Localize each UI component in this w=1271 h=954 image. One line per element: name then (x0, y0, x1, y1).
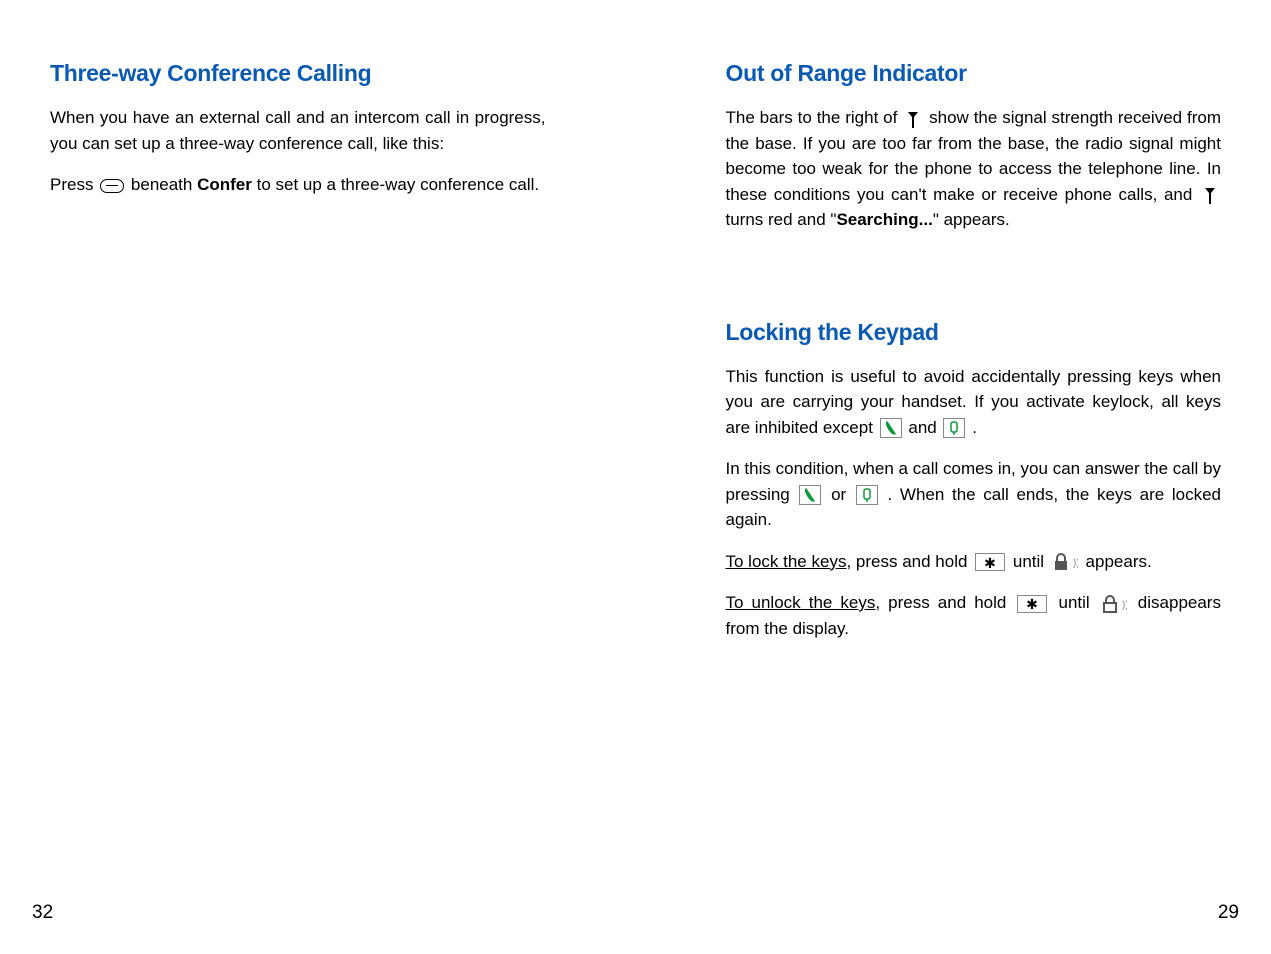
call-key-icon (880, 418, 902, 438)
range-text-c: turns red and " (726, 210, 837, 229)
range-text: The bars to the right of show the signal… (726, 105, 1222, 233)
star-key-icon: ✱ (975, 553, 1005, 571)
kp4-b: until (1058, 593, 1097, 612)
left-page: Three-way Conference Calling When you ha… (0, 0, 636, 954)
heading-range: Out of Range Indicator (726, 60, 1222, 87)
antenna-icon (1203, 186, 1217, 204)
page-number-right: 29 (1218, 902, 1239, 924)
conference-step: Press beneath Confer to set up a three-w… (50, 172, 546, 198)
svg-text:✱: ✱ (984, 556, 996, 570)
keypad-p4: To unlock the keys, press and hold ✱ unt… (726, 590, 1222, 641)
svg-text:✱: ✱ (1027, 597, 1039, 611)
speaker-key-icon (856, 485, 878, 505)
call-key-icon (799, 485, 821, 505)
text-press: Press (50, 175, 98, 194)
star-key-icon: ✱ (1017, 595, 1047, 613)
svg-text:)): )) (1122, 600, 1127, 611)
range-text-d: " appears. (933, 210, 1010, 229)
kp3-a: , press and hold (846, 552, 972, 571)
right-page: Out of Range Indicator The bars to the r… (636, 0, 1271, 954)
svg-text:)): )) (1073, 558, 1078, 569)
keypad-p2: In this condition, when a call comes in,… (726, 456, 1222, 533)
kp3-b: until (1013, 552, 1049, 571)
text-setup: to set up a three-way conference call. (252, 175, 539, 194)
confer-label: Confer (197, 175, 252, 194)
kp3-c: appears. (1086, 552, 1152, 571)
kp1-b: . (972, 418, 977, 437)
searching-label: Searching... (836, 210, 932, 229)
kp4-a: , press and hold (875, 593, 1014, 612)
document-spread: Three-way Conference Calling When you ha… (0, 0, 1271, 954)
page-number-left: 32 (32, 902, 53, 924)
kp1-and: and (908, 418, 941, 437)
heading-conference: Three-way Conference Calling (50, 60, 546, 87)
keypad-p3: To lock the keys, press and hold ✱ until… (726, 549, 1222, 575)
lock-closed-icon: )) (1052, 552, 1078, 572)
keypad-p1: This function is useful to avoid acciden… (726, 364, 1222, 441)
antenna-icon (906, 110, 920, 128)
kp2-or: or (831, 485, 854, 504)
unlock-label: To unlock the keys (726, 593, 876, 612)
section-gap (726, 249, 1222, 319)
text-beneath: beneath (126, 175, 197, 194)
range-text-a: The bars to the right of (726, 108, 903, 127)
heading-keypad: Locking the Keypad (726, 319, 1222, 346)
lock-open-icon: )) (1101, 594, 1127, 614)
conference-intro: When you have an external call and an in… (50, 105, 546, 156)
lock-label: To lock the keys (726, 552, 847, 571)
softkey-icon (100, 179, 124, 193)
speaker-key-icon (943, 418, 965, 438)
